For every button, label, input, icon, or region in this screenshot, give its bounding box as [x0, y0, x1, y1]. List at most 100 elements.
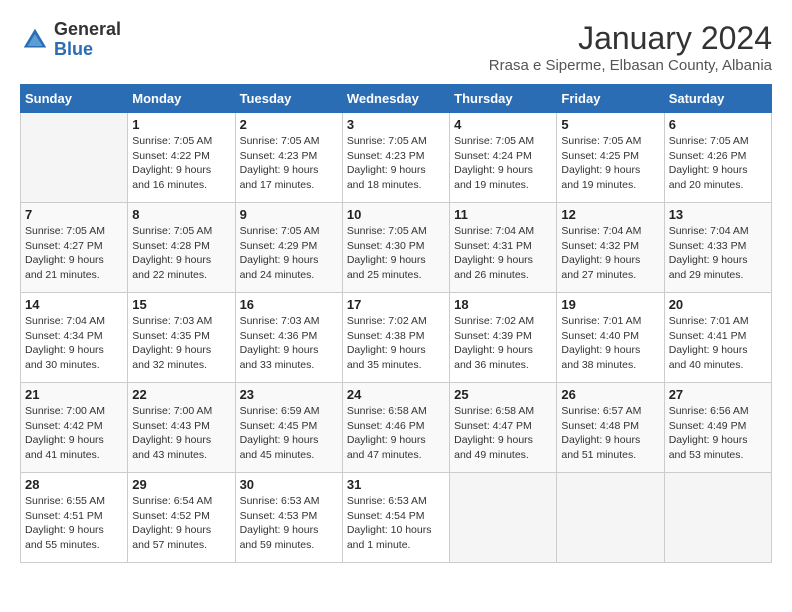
weekday-header-friday: Friday — [557, 85, 664, 113]
day-number: 22 — [132, 387, 230, 402]
day-info: Sunrise: 7:05 AM Sunset: 4:26 PM Dayligh… — [669, 134, 767, 193]
day-info: Sunrise: 6:59 AM Sunset: 4:45 PM Dayligh… — [240, 404, 338, 463]
day-number: 1 — [132, 117, 230, 132]
calendar-cell: 23 Sunrise: 6:59 AM Sunset: 4:45 PM Dayl… — [235, 383, 342, 473]
day-number: 29 — [132, 477, 230, 492]
week-row-2: 7 Sunrise: 7:05 AM Sunset: 4:27 PM Dayli… — [21, 203, 772, 293]
day-number: 2 — [240, 117, 338, 132]
calendar-cell: 18 Sunrise: 7:02 AM Sunset: 4:39 PM Dayl… — [450, 293, 557, 383]
day-info: Sunrise: 6:55 AM Sunset: 4:51 PM Dayligh… — [25, 494, 123, 553]
calendar-cell — [450, 473, 557, 563]
day-number: 19 — [561, 297, 659, 312]
day-info: Sunrise: 7:05 AM Sunset: 4:28 PM Dayligh… — [132, 224, 230, 283]
weekday-header-tuesday: Tuesday — [235, 85, 342, 113]
day-number: 9 — [240, 207, 338, 222]
day-number: 27 — [669, 387, 767, 402]
day-number: 15 — [132, 297, 230, 312]
calendar-cell: 9 Sunrise: 7:05 AM Sunset: 4:29 PM Dayli… — [235, 203, 342, 293]
calendar-cell: 28 Sunrise: 6:55 AM Sunset: 4:51 PM Dayl… — [21, 473, 128, 563]
day-info: Sunrise: 7:05 AM Sunset: 4:23 PM Dayligh… — [347, 134, 445, 193]
day-number: 6 — [669, 117, 767, 132]
calendar-cell: 16 Sunrise: 7:03 AM Sunset: 4:36 PM Dayl… — [235, 293, 342, 383]
day-info: Sunrise: 7:04 AM Sunset: 4:31 PM Dayligh… — [454, 224, 552, 283]
calendar-cell: 14 Sunrise: 7:04 AM Sunset: 4:34 PM Dayl… — [21, 293, 128, 383]
week-row-5: 28 Sunrise: 6:55 AM Sunset: 4:51 PM Dayl… — [21, 473, 772, 563]
logo-text: General Blue — [54, 20, 121, 60]
day-info: Sunrise: 7:05 AM Sunset: 4:24 PM Dayligh… — [454, 134, 552, 193]
day-info: Sunrise: 7:05 AM Sunset: 4:25 PM Dayligh… — [561, 134, 659, 193]
day-info: Sunrise: 7:03 AM Sunset: 4:35 PM Dayligh… — [132, 314, 230, 373]
calendar-cell: 6 Sunrise: 7:05 AM Sunset: 4:26 PM Dayli… — [664, 113, 771, 203]
calendar-cell: 13 Sunrise: 7:04 AM Sunset: 4:33 PM Dayl… — [664, 203, 771, 293]
day-number: 10 — [347, 207, 445, 222]
title-block: January 2024 Rrasa e Siperme, Elbasan Co… — [489, 20, 772, 74]
calendar-cell: 21 Sunrise: 7:00 AM Sunset: 4:42 PM Dayl… — [21, 383, 128, 473]
calendar-cell — [557, 473, 664, 563]
day-info: Sunrise: 7:04 AM Sunset: 4:33 PM Dayligh… — [669, 224, 767, 283]
day-info: Sunrise: 6:58 AM Sunset: 4:46 PM Dayligh… — [347, 404, 445, 463]
calendar-cell — [21, 113, 128, 203]
month-title: January 2024 — [489, 20, 772, 57]
calendar-cell: 19 Sunrise: 7:01 AM Sunset: 4:40 PM Dayl… — [557, 293, 664, 383]
day-info: Sunrise: 7:04 AM Sunset: 4:34 PM Dayligh… — [25, 314, 123, 373]
day-info: Sunrise: 7:04 AM Sunset: 4:32 PM Dayligh… — [561, 224, 659, 283]
calendar-cell: 26 Sunrise: 6:57 AM Sunset: 4:48 PM Dayl… — [557, 383, 664, 473]
day-number: 12 — [561, 207, 659, 222]
logo: General Blue — [20, 20, 121, 60]
day-number: 5 — [561, 117, 659, 132]
calendar-cell: 5 Sunrise: 7:05 AM Sunset: 4:25 PM Dayli… — [557, 113, 664, 203]
week-row-3: 14 Sunrise: 7:04 AM Sunset: 4:34 PM Dayl… — [21, 293, 772, 383]
day-info: Sunrise: 7:05 AM Sunset: 4:27 PM Dayligh… — [25, 224, 123, 283]
weekday-header-wednesday: Wednesday — [342, 85, 449, 113]
day-info: Sunrise: 7:05 AM Sunset: 4:22 PM Dayligh… — [132, 134, 230, 193]
day-number: 26 — [561, 387, 659, 402]
day-number: 8 — [132, 207, 230, 222]
day-number: 23 — [240, 387, 338, 402]
day-info: Sunrise: 7:03 AM Sunset: 4:36 PM Dayligh… — [240, 314, 338, 373]
calendar-cell: 27 Sunrise: 6:56 AM Sunset: 4:49 PM Dayl… — [664, 383, 771, 473]
location-subtitle: Rrasa e Siperme, Elbasan County, Albania — [489, 57, 772, 74]
day-number: 4 — [454, 117, 552, 132]
logo-icon — [20, 25, 50, 55]
calendar-cell: 1 Sunrise: 7:05 AM Sunset: 4:22 PM Dayli… — [128, 113, 235, 203]
weekday-header-saturday: Saturday — [664, 85, 771, 113]
day-number: 28 — [25, 477, 123, 492]
day-info: Sunrise: 6:57 AM Sunset: 4:48 PM Dayligh… — [561, 404, 659, 463]
day-info: Sunrise: 7:02 AM Sunset: 4:39 PM Dayligh… — [454, 314, 552, 373]
calendar-cell: 7 Sunrise: 7:05 AM Sunset: 4:27 PM Dayli… — [21, 203, 128, 293]
day-info: Sunrise: 6:58 AM Sunset: 4:47 PM Dayligh… — [454, 404, 552, 463]
day-number: 25 — [454, 387, 552, 402]
day-number: 3 — [347, 117, 445, 132]
logo-blue: Blue — [54, 40, 121, 60]
day-number: 20 — [669, 297, 767, 312]
calendar-cell: 15 Sunrise: 7:03 AM Sunset: 4:35 PM Dayl… — [128, 293, 235, 383]
calendar-cell: 20 Sunrise: 7:01 AM Sunset: 4:41 PM Dayl… — [664, 293, 771, 383]
day-number: 30 — [240, 477, 338, 492]
day-info: Sunrise: 6:56 AM Sunset: 4:49 PM Dayligh… — [669, 404, 767, 463]
calendar-cell: 2 Sunrise: 7:05 AM Sunset: 4:23 PM Dayli… — [235, 113, 342, 203]
calendar-cell: 30 Sunrise: 6:53 AM Sunset: 4:53 PM Dayl… — [235, 473, 342, 563]
calendar-cell: 31 Sunrise: 6:53 AM Sunset: 4:54 PM Dayl… — [342, 473, 449, 563]
day-number: 13 — [669, 207, 767, 222]
day-number: 31 — [347, 477, 445, 492]
day-number: 18 — [454, 297, 552, 312]
day-number: 11 — [454, 207, 552, 222]
weekday-header-thursday: Thursday — [450, 85, 557, 113]
day-info: Sunrise: 7:05 AM Sunset: 4:29 PM Dayligh… — [240, 224, 338, 283]
day-info: Sunrise: 6:53 AM Sunset: 4:54 PM Dayligh… — [347, 494, 445, 553]
week-row-1: 1 Sunrise: 7:05 AM Sunset: 4:22 PM Dayli… — [21, 113, 772, 203]
day-info: Sunrise: 6:54 AM Sunset: 4:52 PM Dayligh… — [132, 494, 230, 553]
day-number: 7 — [25, 207, 123, 222]
calendar-cell: 11 Sunrise: 7:04 AM Sunset: 4:31 PM Dayl… — [450, 203, 557, 293]
weekday-header-sunday: Sunday — [21, 85, 128, 113]
calendar-cell: 8 Sunrise: 7:05 AM Sunset: 4:28 PM Dayli… — [128, 203, 235, 293]
calendar-cell: 25 Sunrise: 6:58 AM Sunset: 4:47 PM Dayl… — [450, 383, 557, 473]
calendar-cell — [664, 473, 771, 563]
day-number: 14 — [25, 297, 123, 312]
day-info: Sunrise: 7:02 AM Sunset: 4:38 PM Dayligh… — [347, 314, 445, 373]
page-header: General Blue January 2024 Rrasa e Siperm… — [20, 20, 772, 74]
day-info: Sunrise: 7:01 AM Sunset: 4:40 PM Dayligh… — [561, 314, 659, 373]
day-number: 21 — [25, 387, 123, 402]
calendar-cell: 29 Sunrise: 6:54 AM Sunset: 4:52 PM Dayl… — [128, 473, 235, 563]
day-info: Sunrise: 6:53 AM Sunset: 4:53 PM Dayligh… — [240, 494, 338, 553]
